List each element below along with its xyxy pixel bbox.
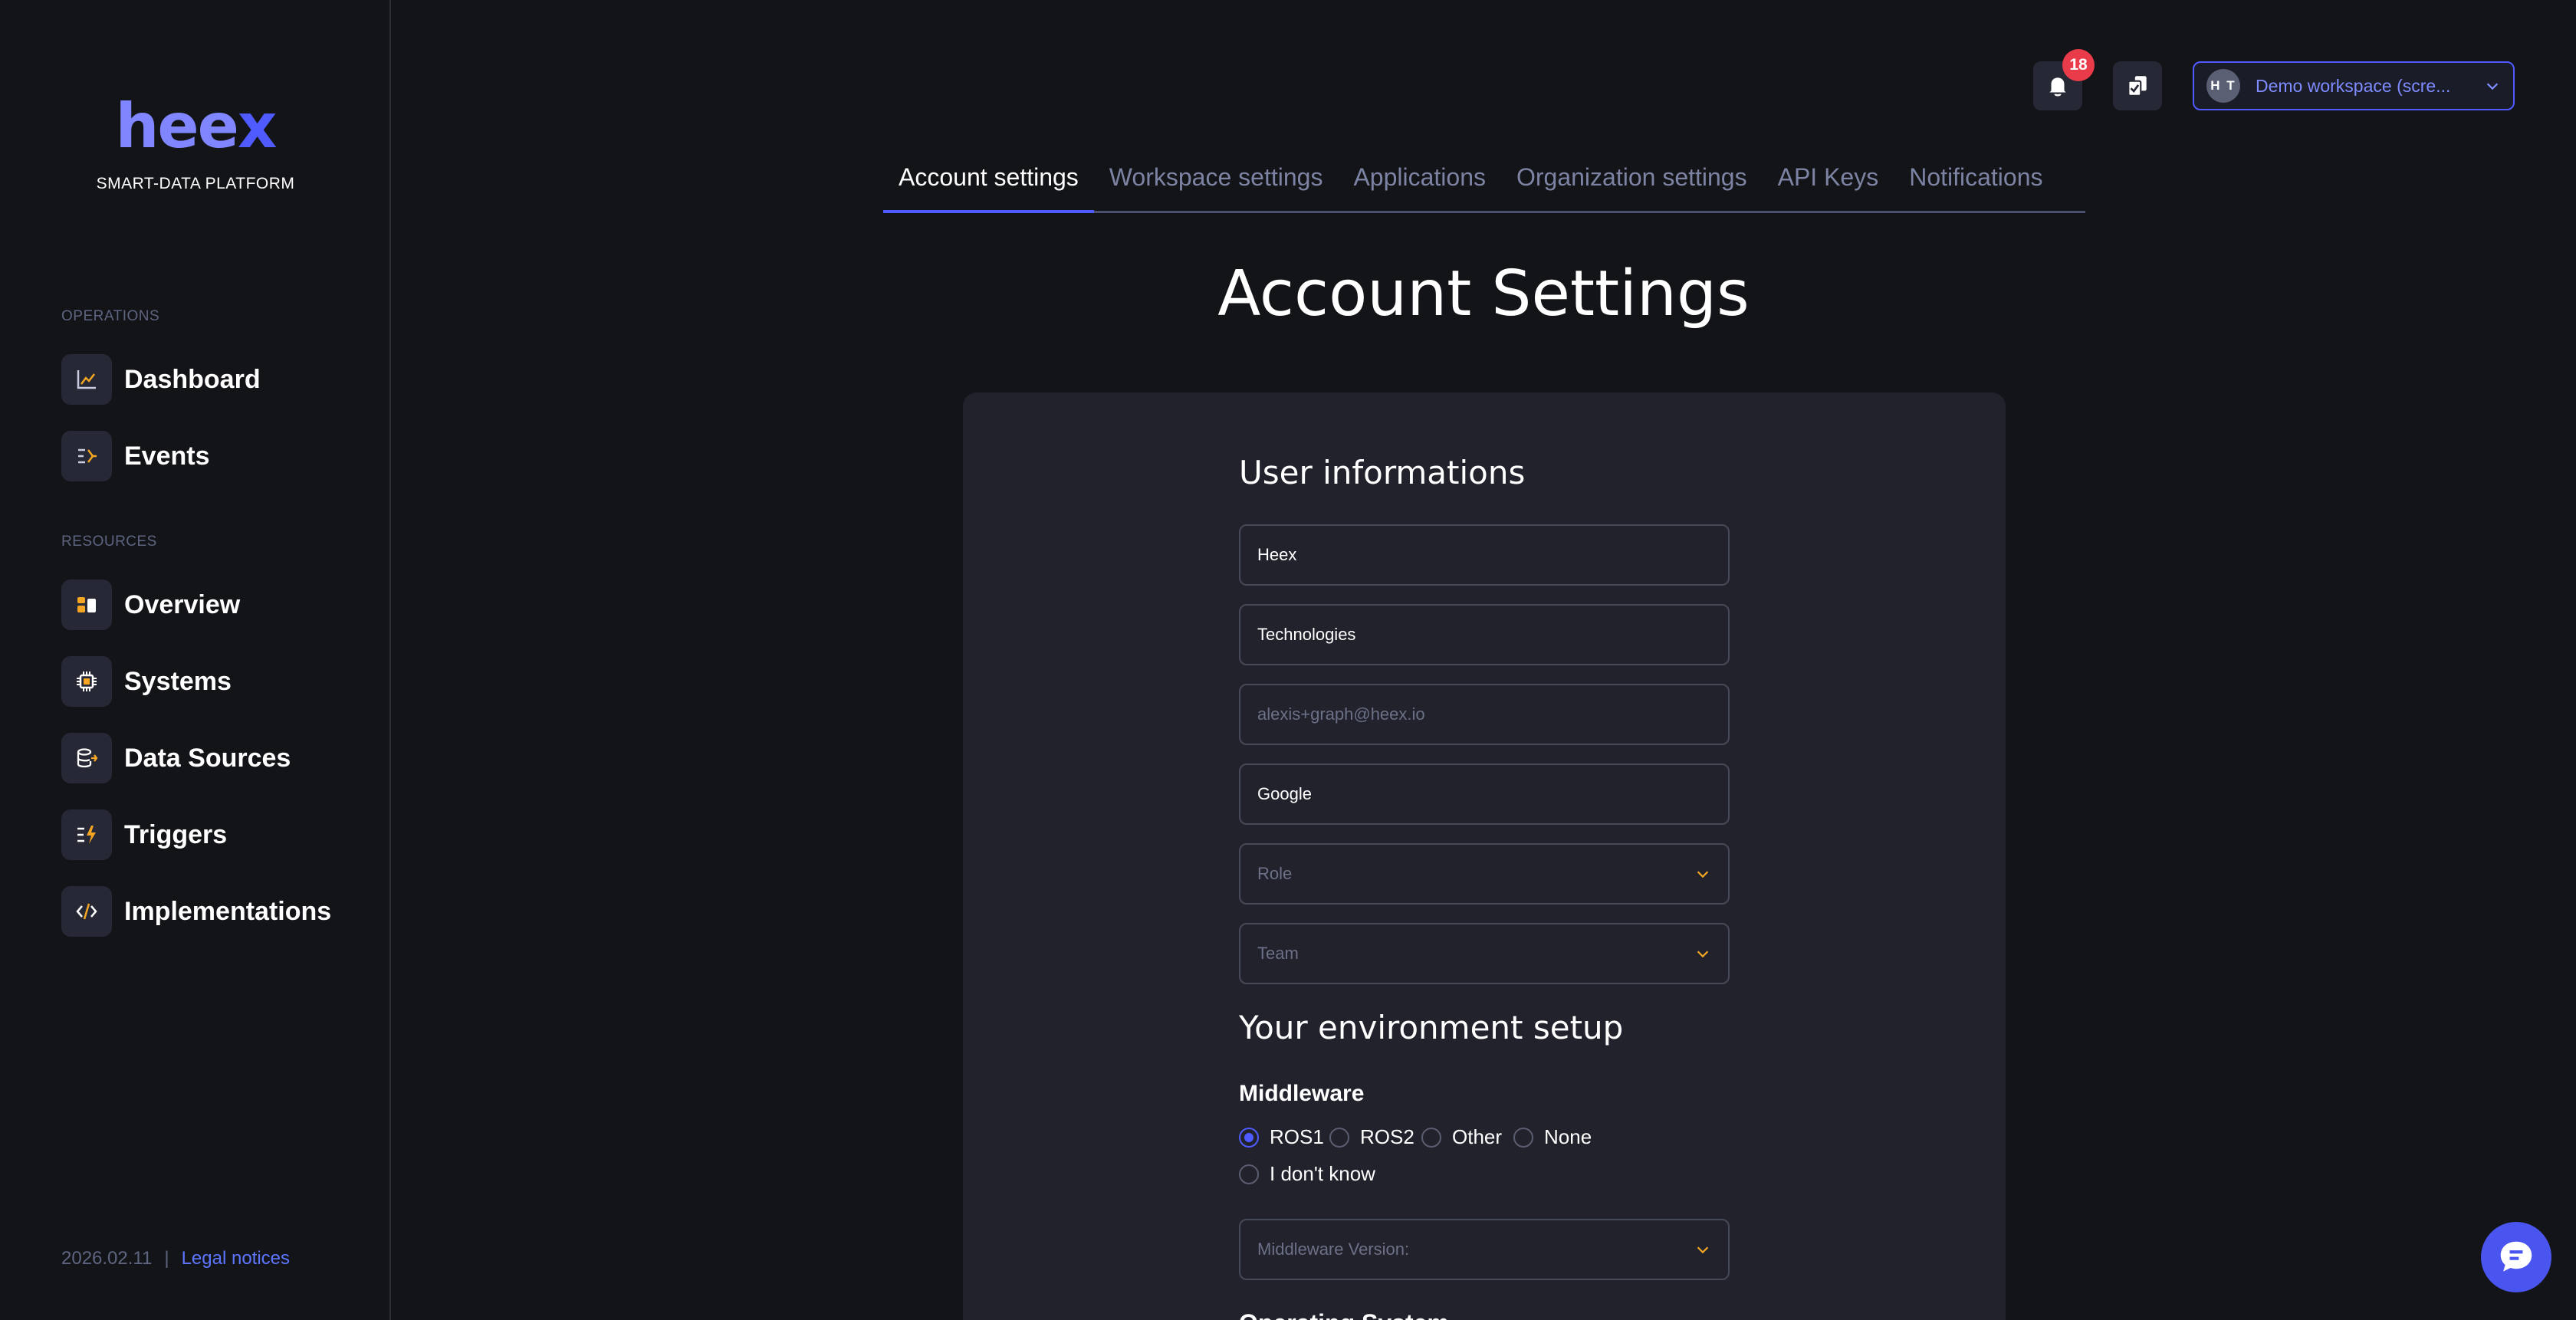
sidebar-footer: 2026.02.11 | Legal notices xyxy=(61,1248,290,1269)
database-icon xyxy=(61,733,112,783)
chevron-down-icon xyxy=(1697,1246,1709,1254)
sidebar: heex SMART-DATA PLATFORM OPERATIONS Dash… xyxy=(0,0,391,1320)
middleware-version-placeholder: Middleware Version: xyxy=(1257,1240,1410,1259)
sidebar-item-label: Implementations xyxy=(124,896,332,926)
tab-notifications[interactable]: Notifications xyxy=(1894,158,2058,213)
company-field[interactable]: Google xyxy=(1239,763,1730,825)
sidebar-item-overview[interactable]: Overview xyxy=(61,580,240,630)
operations-section-label: OPERATIONS xyxy=(61,308,160,324)
tab-api-keys[interactable]: API Keys xyxy=(1763,158,1894,213)
chip-icon xyxy=(61,656,112,707)
middleware-radio-none[interactable]: None xyxy=(1513,1125,1592,1149)
heex-logo[interactable]: heex xyxy=(0,90,391,162)
radio-label: I don't know xyxy=(1270,1162,1375,1185)
sidebar-item-implementations[interactable]: Implementations xyxy=(61,886,331,937)
team-select-placeholder: Team xyxy=(1257,944,1299,963)
operating-system-label: Operating System xyxy=(1239,1309,1449,1320)
sidebar-item-triggers[interactable]: Triggers xyxy=(61,809,227,860)
sidebar-item-label: Events xyxy=(124,441,210,471)
chevron-down-icon xyxy=(2486,83,2499,90)
radio-label: ROS1 xyxy=(1270,1125,1324,1148)
middleware-version-select[interactable]: Middleware Version: xyxy=(1239,1219,1730,1280)
tab-workspace-settings[interactable]: Workspace settings xyxy=(1094,158,1339,213)
settings-tabs: Account settings Workspace settings Appl… xyxy=(883,158,2085,213)
sidebar-item-label: Data Sources xyxy=(124,743,291,773)
tasks-button[interactable] xyxy=(2113,61,2162,110)
chevron-down-icon xyxy=(1697,871,1709,878)
radio-indicator xyxy=(1329,1127,1349,1148)
sidebar-item-label: Overview xyxy=(124,589,241,619)
resources-section-label: RESOURCES xyxy=(61,534,157,550)
events-list-icon xyxy=(61,431,112,481)
team-select[interactable]: Team xyxy=(1239,923,1730,984)
app-version: 2026.02.11 xyxy=(61,1248,153,1269)
chevron-down-icon xyxy=(1697,951,1709,958)
workspace-selector[interactable]: H T Demo workspace (scre... xyxy=(2193,61,2515,110)
sidebar-item-label: Dashboard xyxy=(124,364,261,394)
notification-count-badge: 18 xyxy=(2062,49,2095,81)
sidebar-item-dashboard[interactable]: Dashboard xyxy=(61,354,261,405)
footer-separator: | xyxy=(164,1248,169,1269)
workspace-name: Demo workspace (scre... xyxy=(2256,75,2451,96)
tab-organization-settings[interactable]: Organization settings xyxy=(1501,158,1763,213)
workspace-avatar: H T xyxy=(2206,69,2240,103)
middleware-radio-dont-know[interactable]: I don't know xyxy=(1239,1162,1375,1186)
support-chat-button[interactable] xyxy=(2481,1222,2551,1292)
radio-indicator xyxy=(1421,1127,1441,1148)
middleware-radio-ros2[interactable]: ROS2 xyxy=(1329,1125,1414,1149)
sidebar-item-systems[interactable]: Systems xyxy=(61,656,232,707)
role-select[interactable]: Role xyxy=(1239,843,1730,905)
tab-account-settings[interactable]: Account settings xyxy=(883,158,1094,213)
email-field[interactable]: alexis+graph@heex.io xyxy=(1239,684,1730,745)
sidebar-item-events[interactable]: Events xyxy=(61,431,210,481)
environment-heading: Your environment setup xyxy=(1239,1009,1624,1046)
chat-bubble-icon xyxy=(2500,1241,2532,1272)
middleware-radio-ros1[interactable]: ROS1 xyxy=(1239,1125,1324,1149)
sidebar-item-data-sources[interactable]: Data Sources xyxy=(61,733,291,783)
role-select-placeholder: Role xyxy=(1257,864,1293,883)
middleware-label: Middleware xyxy=(1239,1081,1365,1106)
sidebar-item-label: Systems xyxy=(124,666,232,696)
first-name-field[interactable]: Heex xyxy=(1239,524,1730,586)
code-icon xyxy=(61,886,112,937)
chart-line-icon xyxy=(61,354,112,405)
radio-indicator xyxy=(1239,1164,1259,1184)
last-name-field[interactable]: Technologies xyxy=(1239,604,1730,665)
middleware-radio-other[interactable]: Other xyxy=(1421,1125,1502,1149)
sidebar-item-label: Triggers xyxy=(124,819,228,849)
clipboard-check-icon xyxy=(2128,76,2147,97)
radio-indicator xyxy=(1513,1127,1533,1148)
radio-label: Other xyxy=(1452,1125,1503,1148)
radio-label: ROS2 xyxy=(1360,1125,1414,1148)
tab-applications[interactable]: Applications xyxy=(1338,158,1501,213)
radio-indicator xyxy=(1239,1127,1259,1148)
user-info-heading: User informations xyxy=(1239,454,1526,491)
platform-tagline: SMART-DATA PLATFORM xyxy=(96,175,295,192)
page-title: Account Settings xyxy=(1217,258,1750,330)
overview-blocks-icon xyxy=(61,580,112,630)
legal-notices-link[interactable]: Legal notices xyxy=(182,1248,290,1269)
radio-label: None xyxy=(1544,1125,1592,1148)
trigger-bolt-icon xyxy=(61,809,112,860)
